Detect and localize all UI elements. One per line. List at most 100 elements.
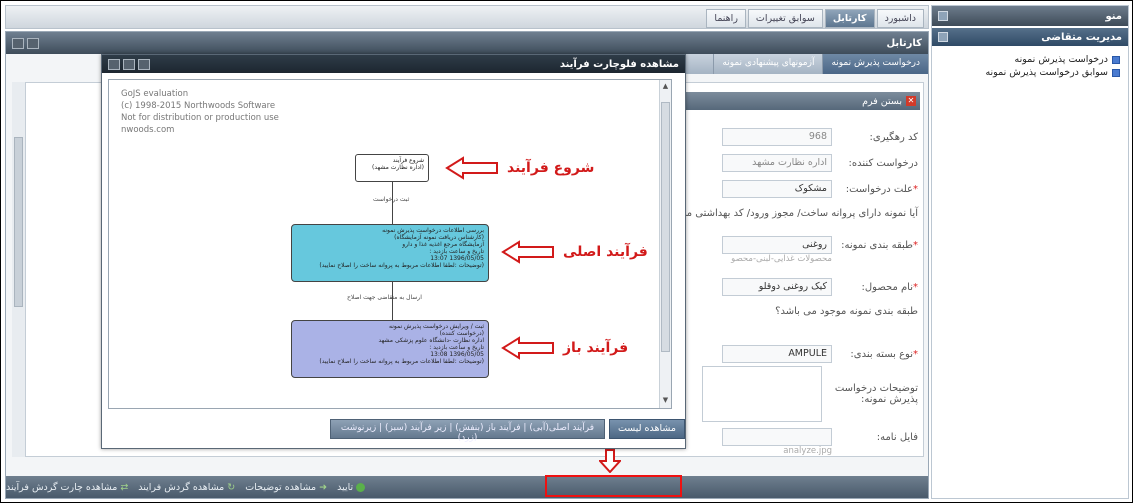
classification-sub-row: محصولات غذایی-لبنی-محصو bbox=[722, 254, 918, 264]
node-line: (درخواست کننده) bbox=[439, 330, 484, 337]
watermark-line: nwoods.com bbox=[121, 125, 175, 135]
screenshot-frame: منو مدیریت متقاضی درخواست پذیرش نمونه سو… bbox=[0, 0, 1133, 503]
sidebar-section-title: مدیریت متقاضی bbox=[1041, 31, 1122, 43]
tab-dashboard[interactable]: داشبورد bbox=[876, 9, 924, 28]
flow-node-start[interactable]: شروع فرآیند (اداره نظارت مشهد) bbox=[355, 154, 429, 182]
view-cycle-label: مشاهده گردش فرایند bbox=[138, 481, 225, 493]
scrollbar-thumb[interactable] bbox=[661, 102, 670, 352]
tab-history[interactable]: سوابق تغییرات bbox=[747, 9, 823, 28]
view-flowchart-label: مشاهده چارت گردش فرآیند bbox=[6, 481, 118, 493]
close-form-label: بستن فرم bbox=[862, 95, 902, 107]
maximize-icon[interactable] bbox=[123, 58, 135, 70]
watermark-line: (c) 1998-2015 Northwoods Software bbox=[121, 101, 276, 111]
cycle-icon: ↻ bbox=[227, 481, 236, 493]
flow-node-main[interactable]: بررسی اطلاعات درخواست پذیرش نمونه (کارشن… bbox=[291, 224, 489, 282]
license-question-label: آیا نمونه دارای پروانه ساخت/ مجوز ورود/ … bbox=[678, 208, 918, 219]
watermark-line: GoJS evaluation bbox=[121, 89, 189, 99]
canvas-scrollbar[interactable]: ▲ ▼ bbox=[659, 80, 671, 408]
sidebar-item-sample-history[interactable]: سوابق درخواست پذیرش نمونه bbox=[932, 65, 1128, 78]
file-field[interactable] bbox=[722, 428, 832, 446]
flow-legend: فرآیند اصلی(آبی) | فرآیند باز (بنفش) | ز… bbox=[330, 419, 605, 443]
form-scrollbar[interactable] bbox=[12, 82, 26, 457]
action-bar: تایید ➜ مشاهده توضیحات ↻ مشاهده گردش فراین… bbox=[6, 476, 928, 498]
callout-start-text: شروع فرآیند bbox=[507, 160, 595, 176]
existing-class-row: طبقه بندی نمونه موجود می باشد؟ bbox=[775, 306, 918, 317]
scrollbar-thumb[interactable] bbox=[14, 137, 23, 307]
tab-sample-request[interactable]: درخواست پذیرش نمونه bbox=[822, 54, 928, 74]
close-icon[interactable]: ✕ bbox=[906, 96, 916, 106]
sidebar: منو مدیریت متقاضی درخواست پذیرش نمونه سو… bbox=[931, 5, 1129, 499]
node-line: شروع فرآیند bbox=[392, 157, 424, 164]
sidebar-section-header[interactable]: مدیریت متقاضی bbox=[932, 28, 1128, 46]
tab-help[interactable]: راهنما bbox=[706, 9, 746, 28]
sidebar-item-sample-request[interactable]: درخواست پذیرش نمونه bbox=[932, 52, 1128, 65]
collapse-icon[interactable] bbox=[938, 11, 948, 21]
existing-class-label: طبقه بندی نمونه موجود می باشد؟ bbox=[775, 306, 918, 317]
tab-suggested-tests[interactable]: آزمونهای پیشنهادی نمونه bbox=[713, 54, 822, 74]
collapse-section-icon[interactable] bbox=[938, 32, 948, 42]
required-mark: * bbox=[913, 183, 918, 195]
document-icon bbox=[1112, 68, 1120, 77]
flow-edge bbox=[392, 282, 393, 320]
product-label: نام محصول: bbox=[861, 281, 913, 293]
view-cycle-button[interactable]: ↻ مشاهده گردش فرایند bbox=[138, 482, 235, 493]
required-mark: * bbox=[913, 239, 918, 251]
node-line: آزمایشگاه مرجع اغذیه غذا و دارو bbox=[402, 241, 484, 248]
node-line: (کارشناس دریافت نمونه آزمایشگاه) bbox=[394, 234, 484, 241]
package-label: نوع بسته بندی: bbox=[850, 348, 913, 360]
requester-label: درخواست کننده: bbox=[848, 157, 918, 169]
flowchart-button-highlight bbox=[545, 475, 682, 497]
close-icon[interactable] bbox=[108, 58, 120, 70]
package-row: *نوع بسته بندی: AMPULE bbox=[722, 345, 918, 363]
tracking-row: کد رهگیری: 968 bbox=[722, 128, 918, 146]
package-field[interactable]: AMPULE bbox=[722, 345, 832, 363]
node-line: تاریخ و ساعت بازدید : bbox=[429, 344, 484, 351]
minimize-icon[interactable] bbox=[138, 58, 150, 70]
modal-title: مشاهده فلوچارت فرآیند bbox=[559, 58, 679, 70]
left-arrow-icon bbox=[445, 156, 498, 180]
document-icon bbox=[1112, 55, 1120, 64]
product-field[interactable]: کیک روغنی دوقلو bbox=[722, 278, 832, 296]
classification-field[interactable]: روغنی bbox=[722, 236, 832, 254]
scroll-up-icon[interactable]: ▲ bbox=[661, 82, 670, 92]
node-line: بررسی اطلاعات درخواست پذیرش نمونه bbox=[382, 227, 484, 234]
callout-main: فرآیند اصلی bbox=[501, 240, 648, 264]
flow-node-open[interactable]: ثبت / ویرایش درخواست پذیرش نمونه (درخواس… bbox=[291, 320, 489, 378]
scroll-down-icon[interactable]: ▼ bbox=[661, 396, 670, 406]
panel-header: کارتابل bbox=[6, 32, 928, 54]
flow-edge bbox=[392, 182, 393, 224]
tracking-field[interactable]: 968 bbox=[722, 128, 832, 146]
flowchart-canvas[interactable]: GoJS evaluation (c) 1998-2015 Northwoods… bbox=[108, 79, 672, 409]
requester-field[interactable]: اداره نظارت مشهد bbox=[722, 154, 832, 172]
view-flowchart-button[interactable]: ⇄ مشاهده چارت گردش فرآیند bbox=[6, 482, 128, 493]
reason-select[interactable]: مشکوک bbox=[722, 180, 832, 198]
watermark-line: Not for distribution or production use bbox=[121, 113, 279, 123]
required-mark: * bbox=[913, 348, 918, 360]
left-arrow-icon bbox=[501, 336, 554, 360]
node-line: (اداره نظارت مشهد) bbox=[372, 164, 424, 171]
view-list-button[interactable]: مشاهده لیست bbox=[608, 419, 685, 439]
approve-label: تایید bbox=[337, 481, 354, 493]
restore-icon[interactable] bbox=[12, 37, 24, 49]
description-textarea[interactable] bbox=[702, 366, 822, 422]
view-notes-button[interactable]: ➜ مشاهده توضیحات bbox=[245, 482, 327, 493]
node-line: ثبت / ویرایش درخواست پذیرش نمونه bbox=[388, 323, 484, 330]
close-form-strip[interactable]: بستن فرم ✕ bbox=[680, 92, 920, 110]
edge-label: ارسال به متقاضی جهت اصلاح bbox=[347, 294, 422, 301]
classification-sub-text: محصولات غذایی-لبنی-محصو bbox=[731, 254, 832, 264]
node-line: 1396/05/05 13:07 bbox=[430, 255, 484, 262]
maximize-icon[interactable] bbox=[27, 37, 39, 49]
modal-header: مشاهده فلوچارت فرآیند bbox=[102, 55, 685, 73]
node-line: تاریخ و ساعت بازدید : bbox=[429, 248, 484, 255]
file-name[interactable]: analyze.jpg bbox=[722, 446, 832, 456]
approve-button[interactable]: تایید bbox=[337, 481, 366, 493]
sidebar-menu-header[interactable]: منو bbox=[932, 6, 1128, 26]
down-arrow-icon bbox=[599, 449, 621, 473]
edge-label: ثبت درخواست bbox=[373, 196, 410, 203]
tab-cartable[interactable]: کارتابل bbox=[824, 9, 875, 28]
file-name-row: analyze.jpg bbox=[722, 446, 918, 456]
left-arrow-icon bbox=[501, 240, 554, 264]
sidebar-item-label: سوابق درخواست پذیرش نمونه bbox=[985, 67, 1108, 78]
arrow-icon: ➜ bbox=[319, 481, 328, 493]
callout-open: فرآیند باز bbox=[501, 336, 628, 360]
